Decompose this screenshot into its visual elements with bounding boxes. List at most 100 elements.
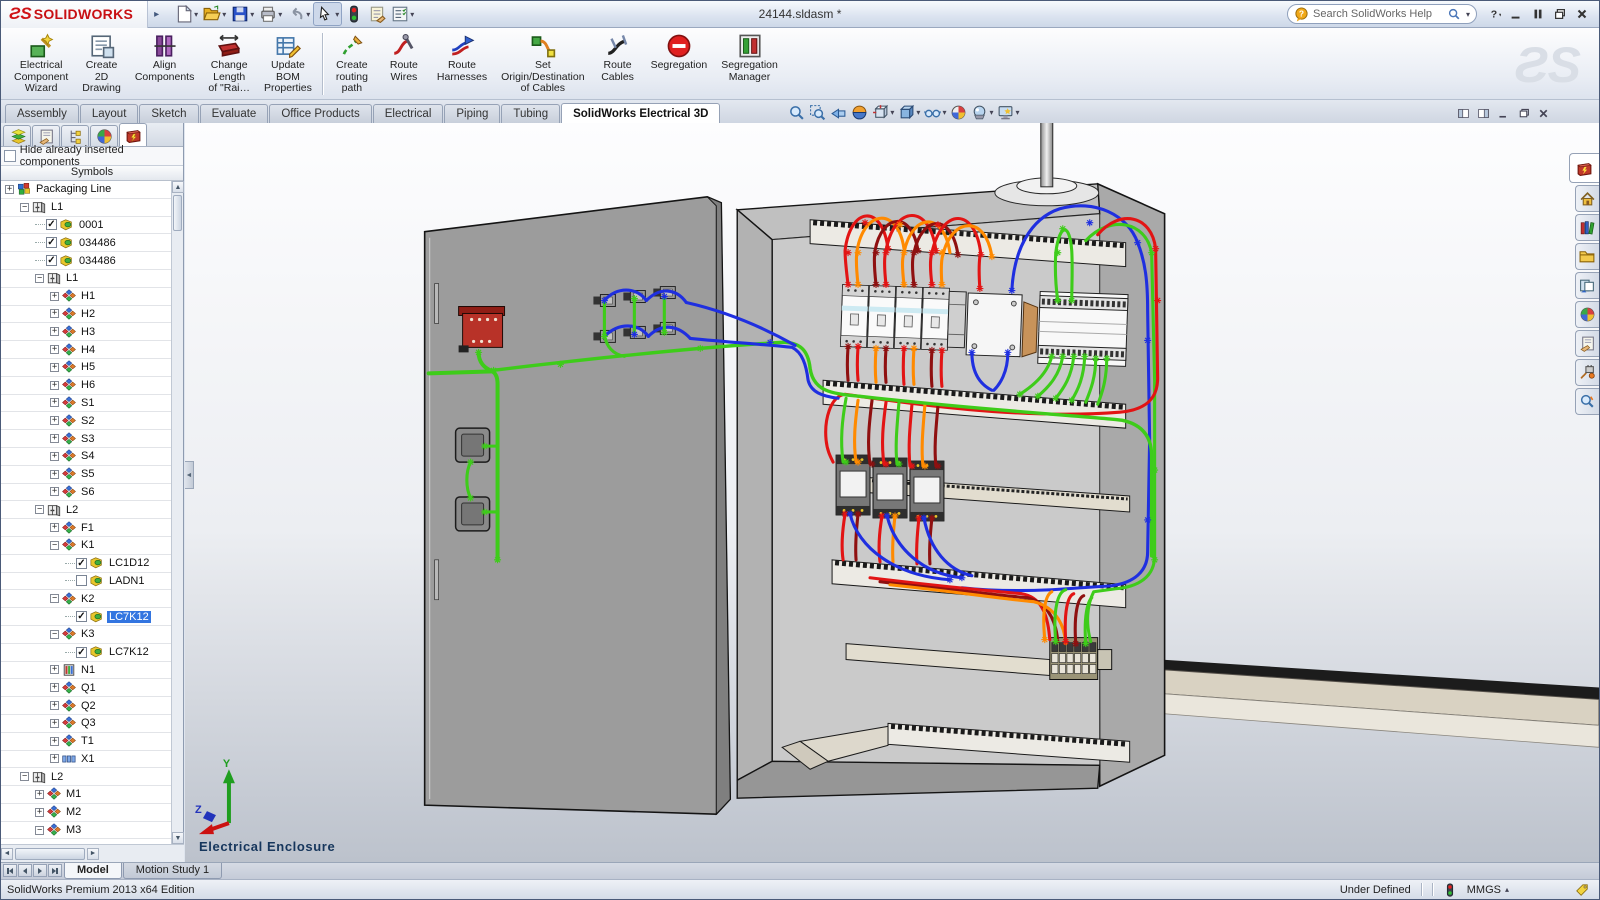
tree-checkbox[interactable]: ✓ xyxy=(46,237,57,248)
tree-item-lc7k12[interactable]: ✓LC7K12 xyxy=(1,644,172,662)
tree-item-s6[interactable]: +S6 xyxy=(1,484,172,502)
scroll-thumb[interactable] xyxy=(15,848,85,860)
tree-item-h2[interactable]: +H2 xyxy=(1,306,172,324)
zoom-fit-button[interactable] xyxy=(787,103,806,122)
tree-item-k2[interactable]: −K2 xyxy=(1,590,172,608)
tab-assembly[interactable]: Assembly xyxy=(5,104,79,123)
ribbon-route-harnesses-button[interactable]: RouteHarnesses xyxy=(430,31,494,85)
dropdown-arrow-icon[interactable]: ▾ xyxy=(250,10,254,19)
tree-expander[interactable]: + xyxy=(50,719,59,728)
tree-expander[interactable]: + xyxy=(50,345,59,354)
tree-item-lc7k12[interactable]: ✓LC7K12 xyxy=(1,608,172,626)
tree-checkbox[interactable]: ✓ xyxy=(46,219,57,230)
dropdown-arrow-icon[interactable]: ▾ xyxy=(278,10,282,19)
tree-expander[interactable]: + xyxy=(50,309,59,318)
save-floppy-button[interactable]: ▾ xyxy=(229,3,256,25)
dropdown-arrow-icon[interactable]: ▾ xyxy=(890,108,894,117)
tree-expander[interactable]: − xyxy=(50,594,59,603)
view-orientation-button[interactable]: ▾ xyxy=(871,103,895,122)
taskpane-tab-design-library[interactable] xyxy=(1575,214,1599,241)
dropdown-arrow-icon[interactable]: ▾ xyxy=(942,108,946,117)
tree-item-q2[interactable]: +Q2 xyxy=(1,697,172,715)
pane-right-button[interactable] xyxy=(1476,107,1491,120)
ribbon-create-routing-path-button[interactable]: Createroutingpath xyxy=(326,31,378,97)
panel-tab-display-manager[interactable] xyxy=(90,125,118,146)
tab-solidworks-electrical-3d[interactable]: SolidWorks Electrical 3D xyxy=(561,103,720,123)
scroll-down-button[interactable]: ▼ xyxy=(172,832,184,844)
search-box[interactable]: ? Search SolidWorks Help ▾ xyxy=(1287,4,1477,24)
tree-vertical-scrollbar[interactable]: ▲ ▼ xyxy=(171,181,183,844)
tree-expander[interactable]: − xyxy=(20,772,29,781)
tree-item-q3[interactable]: +Q3 xyxy=(1,715,172,733)
rebuild-traffic-light-icon[interactable] xyxy=(1443,883,1457,897)
hide-inserted-checkbox[interactable] xyxy=(4,150,16,162)
ribbon-electrical-component-wizard-button[interactable]: ElectricalComponentWizard xyxy=(7,31,75,97)
tree-expander[interactable]: + xyxy=(50,487,59,496)
tab-layout[interactable]: Layout xyxy=(80,104,139,123)
previous-view-button[interactable] xyxy=(829,103,848,122)
tab-office-products[interactable]: Office Products xyxy=(269,104,371,123)
tree-item-034486[interactable]: ✓034486 xyxy=(1,234,172,252)
doc-minimize-button[interactable] xyxy=(1496,107,1511,120)
ribbon-route-wires-button[interactable]: RouteWires xyxy=(378,31,430,85)
display-style-button[interactable]: ▾ xyxy=(897,103,921,122)
tree-item-x1[interactable]: +X1 xyxy=(1,751,172,769)
door-relay[interactable] xyxy=(459,307,505,353)
graphics-viewport-3d[interactable]: Y Z Electrical Enclosure ◄ xyxy=(185,123,1599,862)
tree-item-h4[interactable]: +H4 xyxy=(1,341,172,359)
tree-item-s5[interactable]: +S5 xyxy=(1,466,172,484)
ribbon-segregation-button[interactable]: Segregation xyxy=(644,31,715,74)
print-button[interactable]: ▾ xyxy=(257,3,284,25)
tree-expander[interactable]: + xyxy=(50,701,59,710)
tree-item-f1[interactable]: +F1 xyxy=(1,519,172,537)
tree-expander[interactable]: + xyxy=(50,398,59,407)
tree-expander[interactable]: + xyxy=(50,737,59,746)
cascade-button[interactable] xyxy=(1553,7,1567,21)
ribbon-align-components-button[interactable]: AlignComponents xyxy=(128,31,202,85)
tab-electrical[interactable]: Electrical xyxy=(373,104,444,123)
pane-left-button[interactable] xyxy=(1456,107,1471,120)
tab-tubing[interactable]: Tubing xyxy=(501,104,560,123)
doc-restore-button[interactable] xyxy=(1516,107,1531,120)
summary-info-button[interactable] xyxy=(366,3,388,25)
taskpane-tab-electrical-connection[interactable] xyxy=(1575,359,1599,386)
tree-expander[interactable]: + xyxy=(50,381,59,390)
taskpane-tab-home-resources[interactable] xyxy=(1575,185,1599,212)
tree-item-h3[interactable]: +H3 xyxy=(1,323,172,341)
tree-checkbox[interactable] xyxy=(76,575,87,586)
tree-item-s1[interactable]: +S1 xyxy=(1,395,172,413)
last-tab-button[interactable] xyxy=(48,864,62,877)
tab-piping[interactable]: Piping xyxy=(444,104,500,123)
hide-show-items-button[interactable]: ▾ xyxy=(923,103,947,122)
taskpane-tab-custom-properties[interactable] xyxy=(1575,330,1599,357)
open-folder-button[interactable]: ▾ xyxy=(201,3,228,25)
tree-expander[interactable]: − xyxy=(35,505,44,514)
dropdown-arrow-icon[interactable]: ▾ xyxy=(1015,108,1019,117)
tree-expander[interactable]: + xyxy=(50,363,59,372)
tree-item-s2[interactable]: +S2 xyxy=(1,412,172,430)
panel-tab-configuration-manager[interactable] xyxy=(61,125,89,146)
tree-expander[interactable]: + xyxy=(50,434,59,443)
tree-expander[interactable]: + xyxy=(50,754,59,763)
contactors-row[interactable] xyxy=(836,455,944,521)
panel-tab-property-manager[interactable] xyxy=(32,125,60,146)
taskpane-tab-electrical-search[interactable] xyxy=(1575,388,1599,415)
tree-item-k3[interactable]: −K3 xyxy=(1,626,172,644)
edit-appearance-button[interactable] xyxy=(949,103,968,122)
taskpane-tab-view-palette[interactable] xyxy=(1575,272,1599,299)
panel-collapse-arrow[interactable]: ◄ xyxy=(185,461,194,489)
tab-sketch[interactable]: Sketch xyxy=(139,104,198,123)
panel-tab-electrical-manager[interactable] xyxy=(119,123,147,146)
enclosure-3d-scene[interactable]: Y Z xyxy=(185,123,1599,862)
tree-expander[interactable]: + xyxy=(50,523,59,532)
next-tab-button[interactable] xyxy=(33,864,47,877)
tree-expander[interactable]: − xyxy=(35,826,44,835)
tree-item-h6[interactable]: +H6 xyxy=(1,377,172,395)
options-list-button[interactable]: ▾ xyxy=(389,3,416,25)
tree-item-l2[interactable]: −L2 xyxy=(1,768,172,786)
doc-tab-model[interactable]: Model xyxy=(64,863,122,879)
dropdown-arrow-icon[interactable]: ▾ xyxy=(306,10,310,19)
prev-tab-button[interactable] xyxy=(18,864,32,877)
dropdown-arrow-icon[interactable]: ▾ xyxy=(222,10,226,19)
tree-checkbox[interactable]: ✓ xyxy=(76,611,87,622)
